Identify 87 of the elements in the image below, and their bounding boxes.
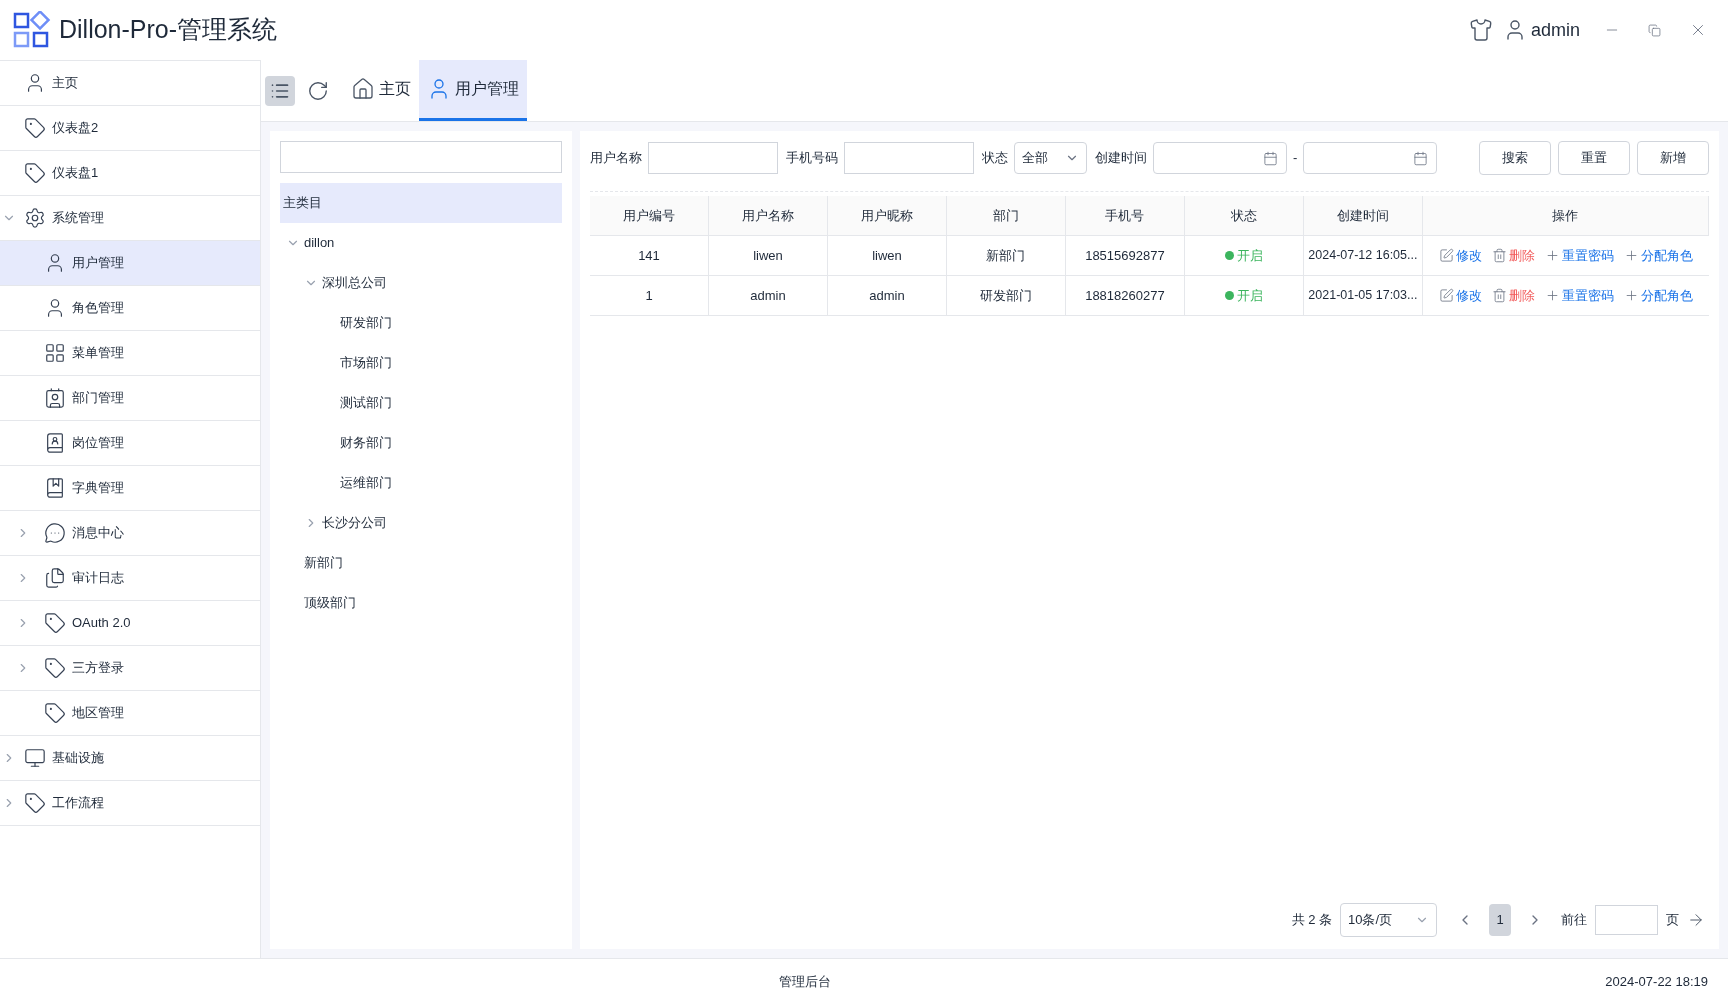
sidebar-label: 菜单管理 xyxy=(72,344,124,363)
sidebar-label: 仪表盘2 xyxy=(52,119,99,138)
table-cell: 18515692877 xyxy=(1065,236,1185,275)
page-unit-label: 页 xyxy=(1666,911,1679,930)
action-button[interactable]: 搜索 xyxy=(1479,141,1551,175)
sidebar-label: 系统管理 xyxy=(52,209,104,228)
row-action-link[interactable]: 分配角色 xyxy=(1623,285,1693,306)
sidebar-label: 地区管理 xyxy=(72,704,124,723)
tree-node[interactable]: 主类目 xyxy=(280,183,562,223)
table-cell: admin xyxy=(709,276,828,315)
status-time: 2024-07-22 18:19 xyxy=(1605,972,1708,991)
action-button[interactable]: 新增 xyxy=(1637,141,1709,175)
sidebar-label: OAuth 2.0 xyxy=(72,614,131,633)
column-header: 手机号 xyxy=(1065,196,1185,235)
sidebar-label: 角色管理 xyxy=(72,299,124,318)
tree-label: 新部门 xyxy=(304,554,343,573)
tree-node[interactable]: 测试部门 xyxy=(280,383,562,423)
sidebar-label: 主页 xyxy=(52,74,78,93)
range-separator: - xyxy=(1293,149,1298,168)
table-cell: liwen xyxy=(709,236,828,275)
sidebar-label: 部门管理 xyxy=(72,389,124,408)
table-cell: 18818260277 xyxy=(1065,276,1185,315)
column-header: 用户编号 xyxy=(590,196,709,235)
status-indicator: 开启 xyxy=(1224,245,1263,266)
table-cell: 2021-01-05 17:03... xyxy=(1303,276,1423,315)
table-cell: 141 xyxy=(590,236,709,275)
table-cell: admin xyxy=(827,276,947,315)
user-name[interactable]: admin xyxy=(1530,16,1580,44)
sidebar-label: 用户管理 xyxy=(72,254,124,273)
tree-label: 研发部门 xyxy=(340,314,392,333)
tree-node[interactable]: 研发部门 xyxy=(280,303,562,343)
page-size-select[interactable]: 10条/页 xyxy=(1340,903,1437,937)
tree-label: 顶级部门 xyxy=(304,594,356,613)
filter-label: 创建时间 xyxy=(1095,149,1147,168)
sidebar-label: 三方登录 xyxy=(72,659,124,678)
goto-label: 前往 xyxy=(1561,911,1587,930)
tree-label: 市场部门 xyxy=(340,354,392,373)
table-cell: liwen xyxy=(827,236,947,275)
table-cell: 1 xyxy=(590,276,709,315)
table-cell: 研发部门 xyxy=(946,276,1066,315)
action-button[interactable]: 重置 xyxy=(1558,141,1630,175)
tree-node[interactable]: 顶级部门 xyxy=(280,583,562,623)
total-count: 共 2 条 xyxy=(1291,911,1332,930)
page-button[interactable]: 1 xyxy=(1489,904,1511,936)
status-text: 管理后台 xyxy=(779,972,831,991)
column-header: 部门 xyxy=(946,196,1066,235)
tree-node[interactable]: 深圳总公司 xyxy=(280,263,562,303)
tree-label: 财务部门 xyxy=(340,434,392,453)
status-select[interactable]: 全部 xyxy=(1014,142,1087,174)
tree-node[interactable]: 市场部门 xyxy=(280,343,562,383)
sidebar-label: 仪表盘1 xyxy=(52,164,99,183)
filter-label: 手机号码 xyxy=(786,149,838,168)
sidebar-item[interactable]: 用户管理 xyxy=(0,241,260,286)
column-header: 创建时间 xyxy=(1303,196,1423,235)
tree-label: 测试部门 xyxy=(340,394,392,413)
tab[interactable]: 用户管理 xyxy=(419,60,527,121)
sidebar-label: 工作流程 xyxy=(52,794,104,813)
row-action-link[interactable]: 分配角色 xyxy=(1623,245,1693,266)
table-cell: 2024-07-12 16:05... xyxy=(1303,236,1423,275)
tree-node[interactable]: 新部门 xyxy=(280,543,562,583)
tree-label: 深圳总公司 xyxy=(322,274,387,293)
filter-label: 状态 xyxy=(982,149,1008,168)
app-title: Dillon-Pro-管理系统 xyxy=(59,14,278,46)
row-action-link[interactable]: 修改 xyxy=(1438,245,1482,266)
row-action-link[interactable]: 修改 xyxy=(1438,285,1482,306)
tree-label: 长沙分公司 xyxy=(322,514,387,533)
table-cell: 新部门 xyxy=(946,236,1066,275)
column-header: 操作 xyxy=(1422,196,1709,235)
sidebar-label: 审计日志 xyxy=(72,569,124,588)
column-header: 状态 xyxy=(1184,196,1304,235)
column-header: 用户名称 xyxy=(709,196,828,235)
sidebar-label: 字典管理 xyxy=(72,479,124,498)
row-action-link[interactable]: 重置密码 xyxy=(1544,285,1614,306)
sidebar-label: 消息中心 xyxy=(72,524,124,543)
tree-node[interactable]: 财务部门 xyxy=(280,423,562,463)
sidebar-label: 基础设施 xyxy=(52,749,104,768)
column-header: 用户昵称 xyxy=(827,196,947,235)
filter-label: 用户名称 xyxy=(590,149,642,168)
status-indicator: 开启 xyxy=(1224,285,1263,306)
tree-label: 运维部门 xyxy=(340,474,392,493)
sidebar-label: 岗位管理 xyxy=(72,434,124,453)
tree-node[interactable]: dillon xyxy=(280,223,562,263)
tree-node[interactable]: 运维部门 xyxy=(280,463,562,503)
tree-node[interactable]: 长沙分公司 xyxy=(280,503,562,543)
tab[interactable]: 主页 xyxy=(343,60,419,121)
row-action-link[interactable]: 重置密码 xyxy=(1544,245,1614,266)
tree-label: dillon xyxy=(304,234,335,253)
